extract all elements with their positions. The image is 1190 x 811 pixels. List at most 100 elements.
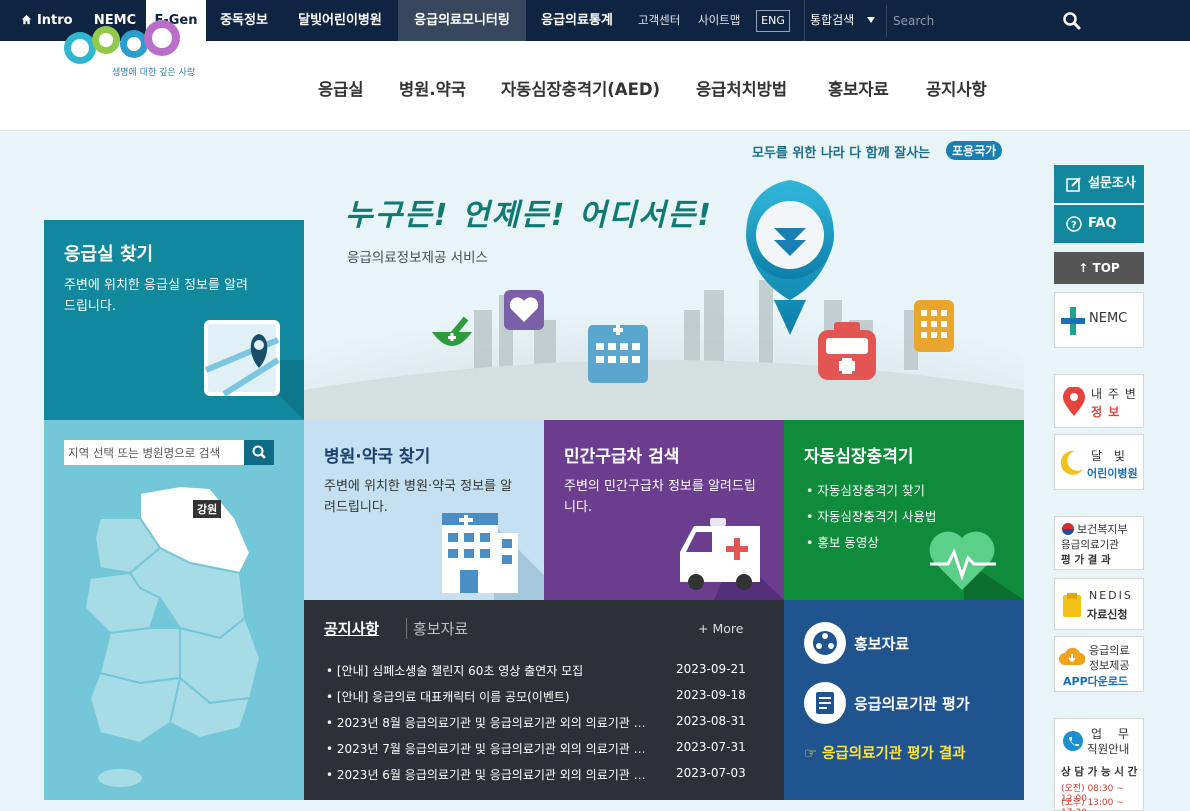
work-hours-title: 상 담 가 능 시 간 <box>1061 766 1138 778</box>
nedis-label-2: 자료신청 <box>1087 608 1128 621</box>
menu-notice[interactable]: 공지사항 <box>926 76 987 100</box>
search-input[interactable] <box>886 5 1091 37</box>
region-search-button[interactable] <box>244 440 274 465</box>
eng-button[interactable]: ENG <box>756 10 790 32</box>
promo-materials-link[interactable]: 홍보자료 <box>854 633 909 654</box>
top-nav-statistics[interactable]: 응급의료통계 <box>526 0 628 41</box>
aed-link-video[interactable]: • 홍보 동영상 <box>806 530 936 556</box>
slogan-text: 모두를 위한 나라 다 함께 잘사는 <box>752 146 931 161</box>
er-evaluation-result-link[interactable]: ☞ 응급의료기관 평가 결과 <box>804 742 966 763</box>
moonlight-hospital-banner[interactable]: 달 빛 어린이병원 <box>1054 434 1144 490</box>
notice-title-text: [안내] 응급의료 대표캐릭터 이름 공모(이벤트) <box>336 690 570 704</box>
menu-hospital-pharmacy[interactable]: 병원.약국 <box>399 76 466 100</box>
survey-label: 설문조사 <box>1088 176 1136 191</box>
notice-date: 2023-07-03 <box>676 766 746 780</box>
mohw-label-1: 보건복지부 <box>1077 523 1128 536</box>
aed-link-video-label: 홍보 동영상 <box>817 535 879 550</box>
top-util-customer-center[interactable]: 고객센터 <box>638 0 680 41</box>
top-button[interactable]: ↑ TOP <box>1054 252 1144 284</box>
egen-logo[interactable]: 생명에 대한 깊은 사랑 <box>62 18 197 80</box>
korea-region-map[interactable] <box>70 478 290 803</box>
top-nav-moonlight[interactable]: 달빛어린이병원 <box>282 0 398 41</box>
survey-button[interactable]: 설문조사 <box>1054 165 1144 203</box>
banner-subtitle: 응급의료정보제공 서비스 <box>347 250 488 266</box>
hospital-pharmacy-tile[interactable]: 병원·약국 찾기 주변에 위치한 병원·약국 정보를 알려드립니다. <box>304 420 544 600</box>
aed-link-usage[interactable]: • 자동심장충격기 사용법 <box>806 504 936 530</box>
notice-title: • [안내] 심폐소생술 챌린지 60초 영상 출연자 모집 <box>326 664 584 678</box>
top-label: TOP <box>1092 261 1120 275</box>
region-jeonnam <box>88 671 182 745</box>
ambulance-icon <box>680 518 784 600</box>
app-download-banner[interactable]: 응급의료 정보제공 APP다운로드 <box>1054 636 1144 692</box>
folder-icon <box>1063 593 1081 617</box>
top-util-sitemap[interactable]: 사이트맵 <box>698 0 740 41</box>
menu-er[interactable]: 응급실 <box>318 76 364 100</box>
notice-date: 2023-07-31 <box>676 740 746 754</box>
search-icon[interactable] <box>1062 11 1082 31</box>
heart-pulse-icon <box>929 531 1024 600</box>
nearby-info-banner[interactable]: 내 주 변 정 보 <box>1054 374 1144 428</box>
edit-icon <box>1066 177 1081 192</box>
tab-notice[interactable]: 공지사항 <box>324 618 379 639</box>
promo-panel: 홍보자료 응급의료기관 평가 ☞ 응급의료기관 평가 결과 <box>784 600 1024 800</box>
faq-label: FAQ <box>1088 216 1117 231</box>
app-label-3: APP다운로드 <box>1063 675 1129 688</box>
staff-contact-banner[interactable]: 업 무 직원안내 상 담 가 능 시 간 (오전) 08:30 ~ 12:00 … <box>1054 718 1144 811</box>
region-jeonbuk <box>98 627 181 685</box>
map-pin-icon <box>204 320 304 420</box>
notice-panel: 공지사항 홍보자료 + More • [안내] 심폐소생술 챌린지 60초 영상… <box>304 600 784 800</box>
mohw-logo-icon <box>1062 523 1074 535</box>
app-label-1: 응급의료 <box>1089 644 1130 657</box>
nemc-logo-icon <box>1061 307 1085 335</box>
faq-button[interactable]: ? FAQ <box>1054 205 1144 243</box>
top-nav-poison[interactable]: 중독정보 <box>206 0 282 41</box>
notice-title: • [안내] 응급의료 대표캐릭터 이름 공모(이벤트) <box>326 690 570 704</box>
ambulance-front-icon <box>818 322 876 380</box>
document-icon <box>804 682 846 724</box>
aed-tile[interactable]: 자동심장충격기 • 자동심장충격기 찾기 • 자동심장충격기 사용법 • 홍보 … <box>784 420 1024 600</box>
mohw-label-2: 응급의료기관 <box>1061 539 1119 551</box>
office-building-icon <box>914 300 954 352</box>
notice-title-text: 2023년 8월 응급의료기관 및 응급의료기관 외의 의료기관 운영현황 <box>336 716 656 730</box>
menu-first-aid[interactable]: 응급처치방법 <box>696 76 787 100</box>
search-scope-select[interactable]: 통합검색 <box>804 0 884 41</box>
work-label-1: 업 무 <box>1091 727 1135 741</box>
hospital-building-icon <box>588 325 648 383</box>
tab-promo[interactable]: 홍보자료 <box>406 618 468 639</box>
work-label-2: 직원안내 <box>1087 742 1130 756</box>
moon-icon <box>1061 450 1083 475</box>
ambulance-tile-title: 민간구급차 검색 <box>564 447 680 467</box>
work-hours-afternoon: (오후) 13:00 ~ 17:30 <box>1061 798 1124 811</box>
more-link[interactable]: + More <box>698 621 743 636</box>
notice-title-text: [안내] 심폐소생술 챌린지 60초 영상 출연자 모집 <box>336 664 584 678</box>
aed-link-find-label: 자동심장충격기 찾기 <box>817 483 925 498</box>
notice-title: • 2023년 8월 응급의료기관 및 응급의료기관 외의 의료기관 운영현황 <box>326 714 656 731</box>
menu-promo[interactable]: 홍보자료 <box>828 76 889 100</box>
er-finder-desc: 주변에 위치한 응급실 정보를 알려드립니다. <box>64 278 248 314</box>
er-finder-panel[interactable]: 응급실 찾기 주변에 위치한 응급실 정보를 알려드립니다. <box>44 220 304 429</box>
aed-tile-title: 자동심장충격기 <box>804 447 914 467</box>
notice-title: • 2023년 6월 응급의료기관 및 응급의료기관 외의 의료기관 운영현황 <box>326 766 656 783</box>
svg-text:?: ? <box>1071 220 1077 231</box>
app-label-2: 정보제공 <box>1089 659 1130 672</box>
aed-link-find[interactable]: • 자동심장충격기 찾기 <box>806 478 936 504</box>
er-evaluation-link[interactable]: 응급의료기관 평가 <box>854 693 970 714</box>
region-search-input[interactable] <box>64 440 244 465</box>
nedis-request-banner[interactable]: NEDIS 자료신청 <box>1054 578 1144 630</box>
question-icon: ? <box>1066 216 1082 232</box>
private-ambulance-tile[interactable]: 민간구급차 검색 주변의 민간구급차 정보를 알려드립니다. <box>544 420 784 600</box>
more-link-label: More <box>712 621 744 636</box>
menu-aed[interactable]: 자동심장충격기(AED) <box>501 76 660 100</box>
phone-chat-icon <box>1063 731 1083 751</box>
search-scope-label: 통합검색 <box>810 13 855 27</box>
nemc-banner[interactable]: NEMC <box>1054 292 1144 348</box>
notice-title-text: 2023년 6월 응급의료기관 및 응급의료기관 외의 의료기관 운영현황 <box>336 768 656 782</box>
notice-date: 2023-09-18 <box>676 688 746 702</box>
notice-date: 2023-08-31 <box>676 714 746 728</box>
region-jeju <box>98 769 142 787</box>
mohw-evaluation-banner[interactable]: 보건복지부 응급의료기관 평 가 결 과 <box>1054 516 1144 570</box>
top-nav-monitoring[interactable]: 응급의료모니터링 <box>398 0 526 41</box>
region-label-gangwon: 강원 <box>193 500 222 518</box>
logo-tagline: 생명에 대한 깊은 사랑 <box>112 66 195 78</box>
notice-title: • 2023년 7월 응급의료기관 및 응급의료기관 외의 의료기관 운영현황 <box>326 740 656 757</box>
